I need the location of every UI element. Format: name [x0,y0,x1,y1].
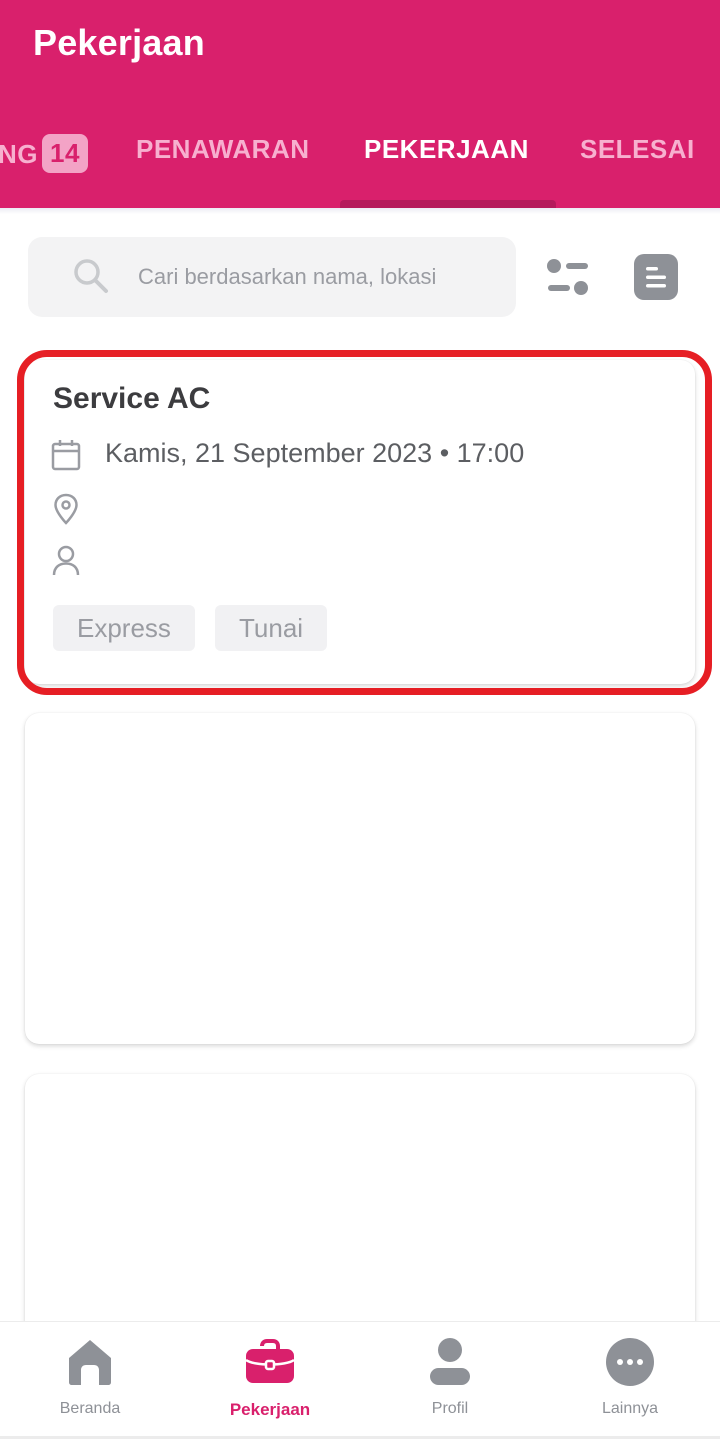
filter-icon[interactable] [540,252,596,302]
bottom-navigation: Beranda Pekerjaan Profil Lainnya [0,1321,720,1439]
nav-label-jobs: Pekerjaan [229,1400,311,1419]
list-view-button[interactable] [634,254,678,300]
job-card-placeholder[interactable] [25,1074,695,1354]
page-title: Pekerjaan [33,22,205,63]
selection-highlight [17,350,712,695]
app-bar-shadow [0,208,720,214]
tab-jobs[interactable]: PEKERJAAN [364,134,529,165]
list-view-icon [646,267,666,288]
nav-item-home[interactable]: Beranda [0,1322,180,1439]
search-input[interactable] [138,237,498,317]
search-icon [74,259,108,293]
tab-completed[interactable]: SELESAI [580,134,695,165]
home-icon [69,1340,111,1385]
nav-item-more[interactable]: Lainnya [540,1322,720,1439]
nav-label-profile: Profil [431,1400,469,1417]
app-bar: Pekerjaan NG 14 PENAWARAN PEKERJAAN SELES… [0,0,720,208]
profile-icon [430,1338,470,1385]
briefcase-icon [245,1339,295,1383]
nav-item-profile[interactable]: Profil [360,1322,540,1439]
tab-waiting[interactable]: NG 14 [0,134,88,173]
search-box[interactable] [28,237,516,317]
nav-item-jobs[interactable]: Pekerjaan [180,1322,360,1439]
tab-waiting-count-badge: 14 [42,134,88,173]
active-tab-indicator [340,200,556,208]
nav-label-more: Lainnya [601,1400,659,1417]
tab-bar: NG 14 PENAWARAN PEKERJAAN SELESAI [0,120,720,208]
job-card-placeholder[interactable] [25,713,695,1044]
tab-offers[interactable]: PENAWARAN [136,134,310,165]
more-icon [606,1338,654,1386]
nav-label-home: Beranda [59,1400,121,1417]
tab-waiting-label: NG [0,139,38,169]
